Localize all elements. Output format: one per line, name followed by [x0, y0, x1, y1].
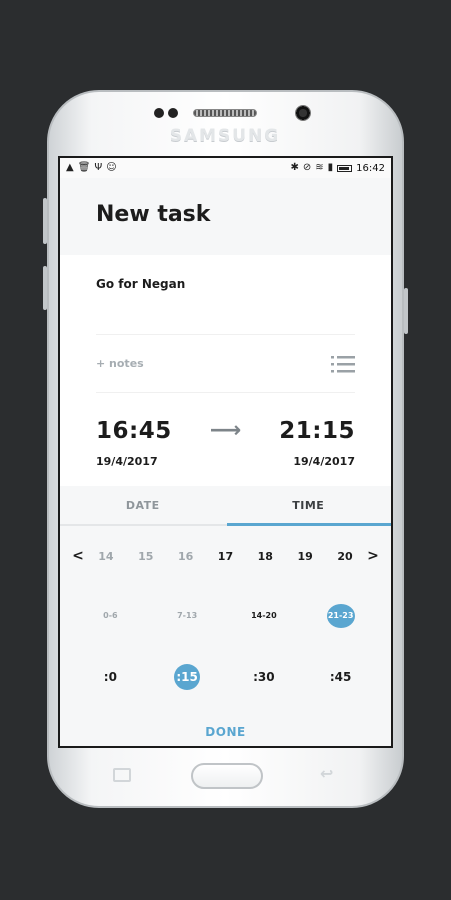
- chevron-right-icon[interactable]: >: [365, 548, 381, 564]
- smiley-icon: ☺: [106, 162, 117, 173]
- hour-range-item-selected[interactable]: 21-23: [326, 604, 355, 628]
- signal-icon: ▮: [327, 162, 334, 173]
- start-date[interactable]: 19/4/2017: [96, 455, 172, 468]
- bluetooth-icon: ✱: [290, 162, 299, 173]
- task-title-input[interactable]: Go for Negan: [96, 255, 355, 335]
- day-item[interactable]: 20: [333, 550, 357, 563]
- end-datetime[interactable]: 21:15 19/4/2017: [279, 418, 355, 468]
- end-date[interactable]: 19/4/2017: [293, 455, 355, 468]
- minute-item[interactable]: :45: [328, 664, 354, 690]
- end-time[interactable]: 21:15: [279, 418, 355, 444]
- hour-range-item[interactable]: 7-13: [173, 604, 201, 628]
- back-icon[interactable]: ↩: [320, 764, 333, 783]
- earpiece-speaker: [193, 109, 257, 117]
- day-item[interactable]: 18: [253, 550, 277, 563]
- time-picker: < 14 15 16 17 18 19 20 > 0-6 7-13 14-20 …: [60, 526, 391, 746]
- time-range: 16:45 19/4/2017 ⟶ 21:15 19/4/2017: [96, 393, 355, 486]
- front-camera-icon: [295, 105, 311, 121]
- day-item[interactable]: 17: [213, 550, 237, 563]
- day-item[interactable]: 16: [174, 550, 198, 563]
- chevron-left-icon[interactable]: <: [70, 548, 86, 564]
- arrow-right-icon: ⟶: [209, 418, 242, 443]
- mute-icon: ⊘: [302, 162, 312, 173]
- list-icon[interactable]: [331, 355, 355, 373]
- warning-icon: ▲: [66, 162, 74, 173]
- day-item[interactable]: 19: [293, 550, 317, 563]
- day-item[interactable]: 14: [94, 550, 118, 563]
- screen: ▲ 🗑 Ψ ☺ ✱ ⊘ ≋ ▮ 16:42 New task Go for Ne…: [58, 156, 393, 748]
- day-row: < 14 15 16 17 18 19 20 >: [60, 526, 391, 586]
- header: New task: [60, 178, 391, 255]
- hour-range-row: 0-6 7-13 14-20 21-23: [60, 586, 391, 646]
- add-notes-link[interactable]: + notes: [96, 357, 144, 370]
- start-datetime[interactable]: 16:45 19/4/2017: [96, 418, 172, 468]
- wifi-icon: ≋: [315, 162, 324, 173]
- trash-icon: 🗑: [77, 162, 91, 173]
- recent-apps-icon[interactable]: [113, 768, 131, 782]
- status-time: 16:42: [356, 162, 385, 174]
- tab-date[interactable]: DATE: [60, 486, 226, 524]
- usb-icon: Ψ: [94, 162, 103, 173]
- status-bar: ▲ 🗑 Ψ ☺ ✱ ⊘ ≋ ▮ 16:42: [60, 158, 391, 178]
- sensors: [154, 108, 178, 118]
- page-title: New task: [96, 202, 211, 227]
- power-button[interactable]: [404, 288, 408, 334]
- hour-range-item[interactable]: 0-6: [96, 604, 124, 628]
- start-time[interactable]: 16:45: [96, 418, 172, 444]
- home-button[interactable]: [191, 763, 263, 789]
- minute-item[interactable]: :30: [251, 664, 277, 690]
- picker-tabs: DATE TIME: [60, 486, 391, 526]
- minute-item[interactable]: :0: [97, 664, 123, 690]
- notes-row: + notes: [96, 335, 355, 393]
- brand-logo: SAMSUNG: [169, 126, 281, 146]
- day-item[interactable]: 15: [134, 550, 158, 563]
- done-button[interactable]: DONE: [60, 725, 391, 739]
- minute-row: :0 :15 :30 :45: [60, 646, 391, 708]
- battery-icon: [337, 164, 353, 172]
- hour-range-item[interactable]: 14-20: [250, 604, 278, 628]
- minute-item-selected[interactable]: :15: [174, 664, 201, 690]
- tab-time[interactable]: TIME: [226, 486, 392, 524]
- task-form: Go for Negan + notes 16:45 19/4/2017 ⟶ 2…: [60, 255, 391, 486]
